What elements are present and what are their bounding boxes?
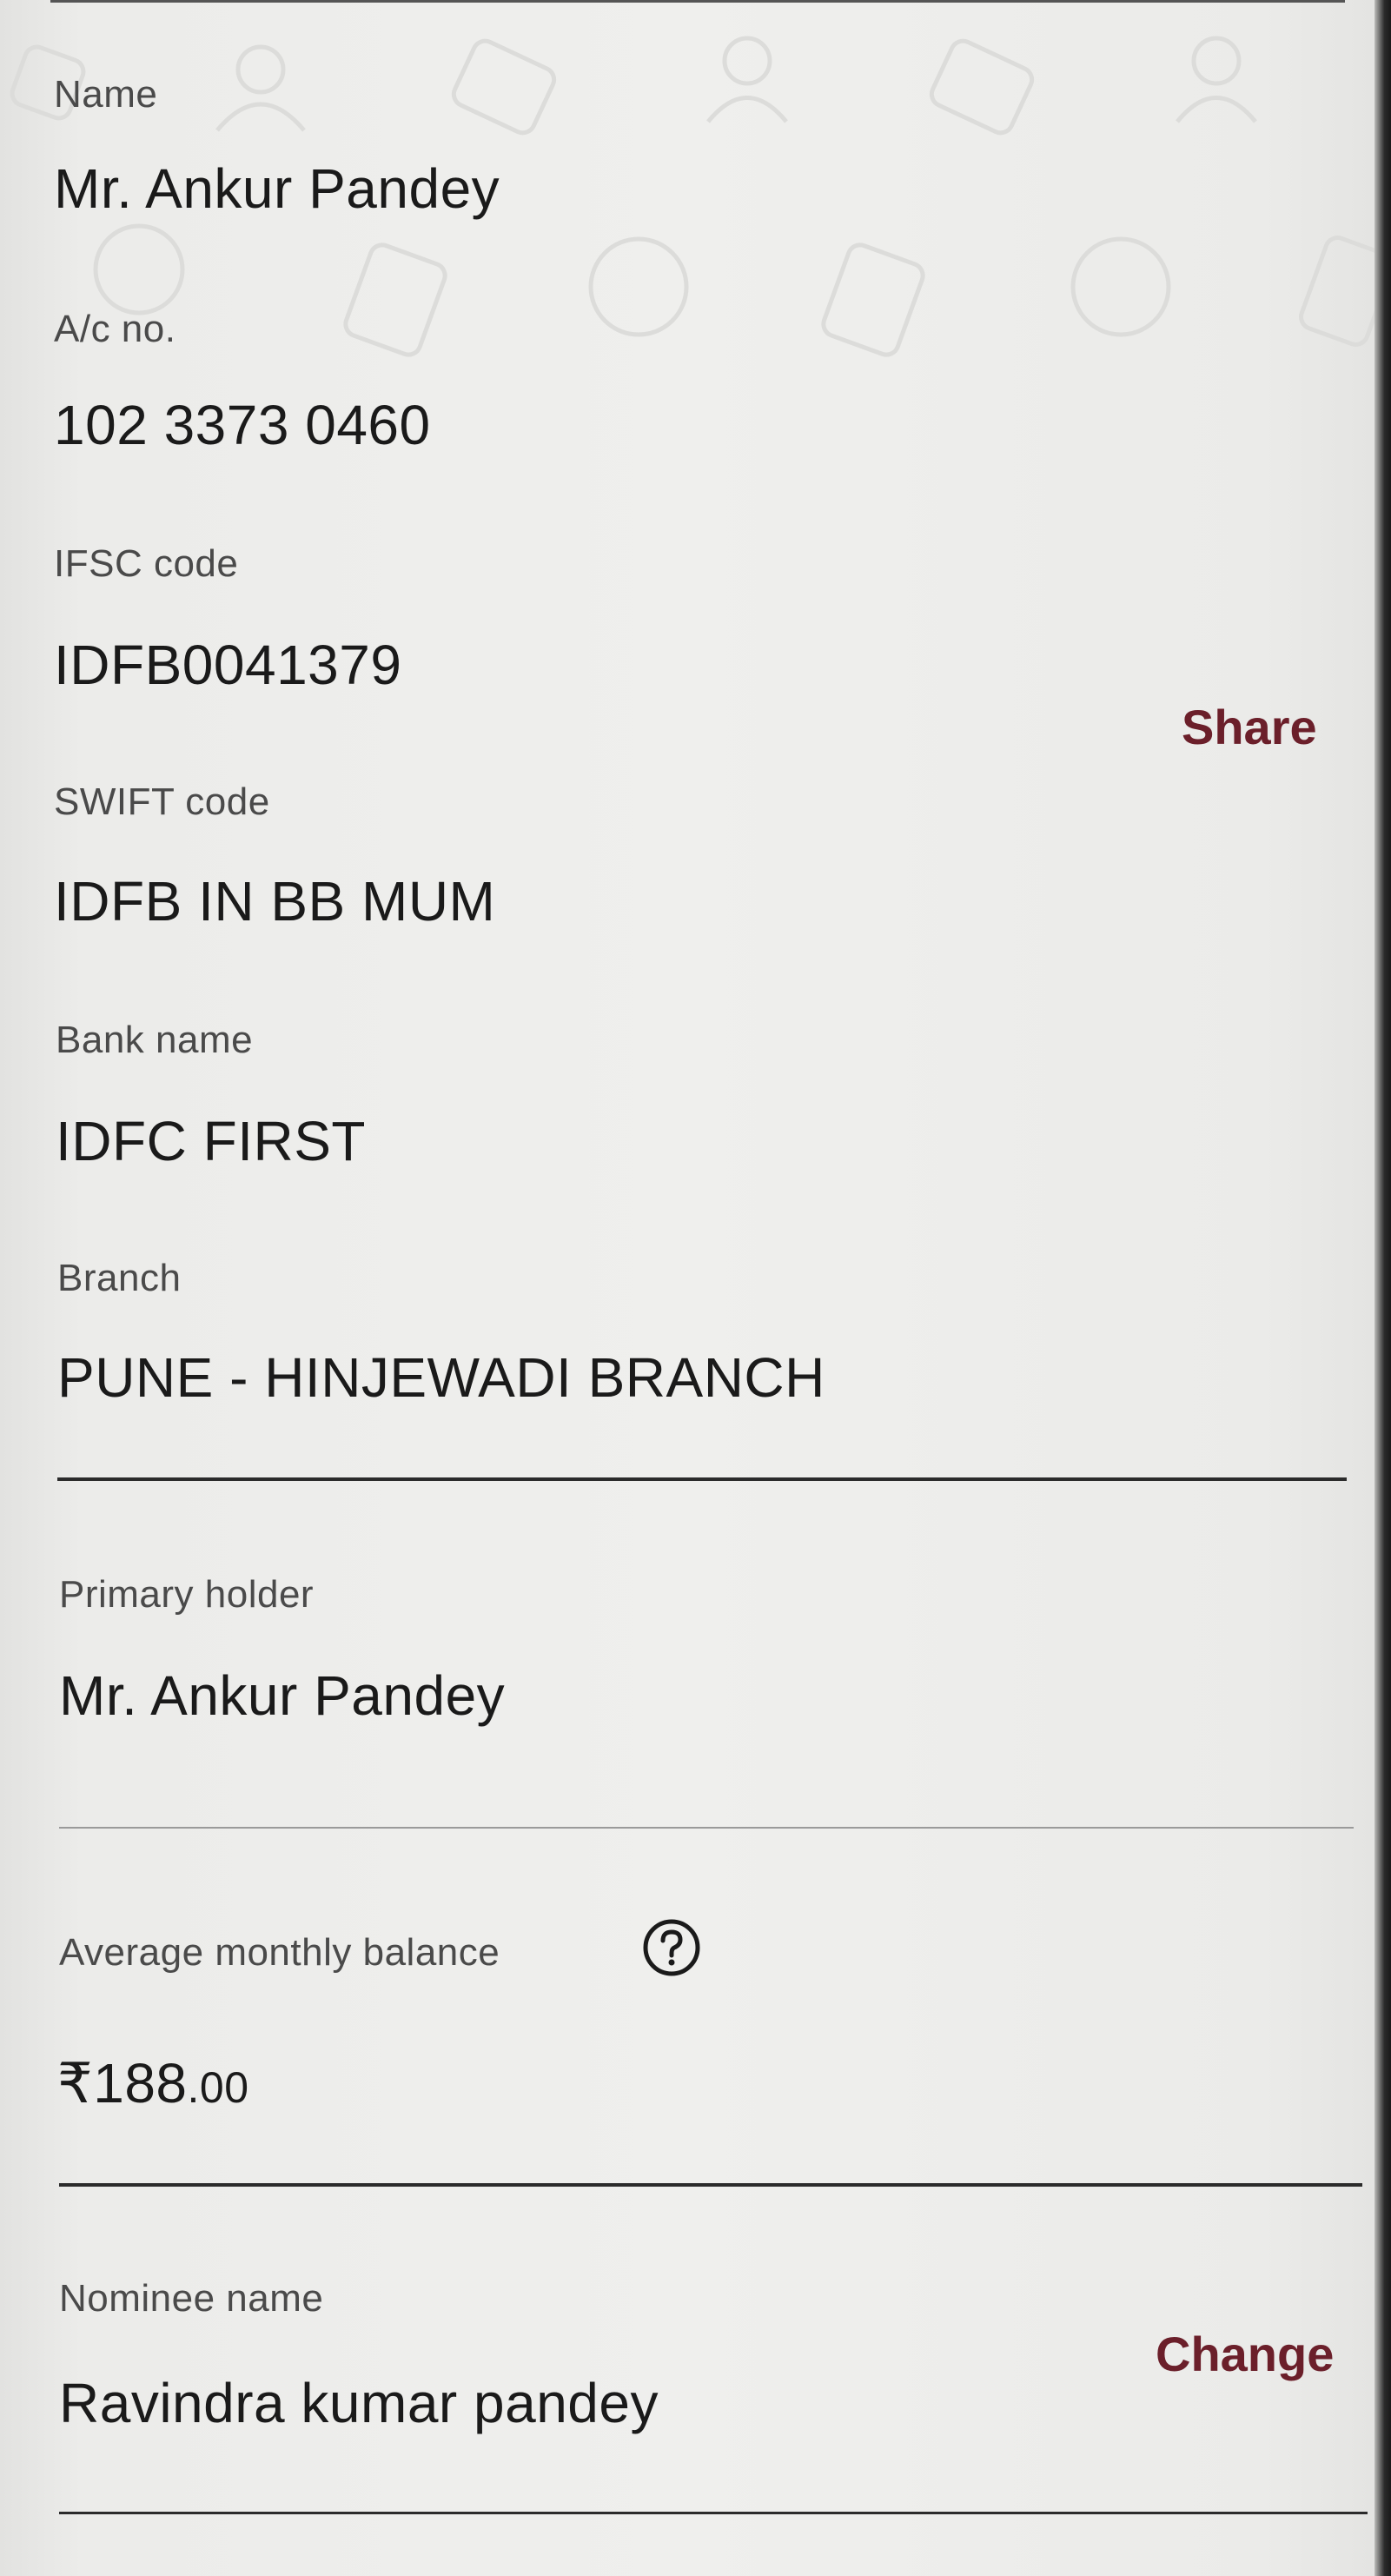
account-number-value: 102 3373 0460 — [54, 394, 431, 456]
bank-name-label: Bank name — [56, 1019, 254, 1061]
device-edge — [1374, 0, 1391, 2576]
branch-value: PUNE - HINJEWADI BRANCH — [57, 1346, 825, 1409]
balance-amount-paise: .00 — [187, 2063, 249, 2112]
balance-divider — [59, 2183, 1362, 2187]
change-nominee-button[interactable]: Change — [1156, 2326, 1334, 2382]
balance-amount-main: ₹188 — [57, 2052, 188, 2115]
average-balance-label: Average monthly balance — [59, 1931, 500, 1974]
question-circle-icon[interactable] — [642, 1918, 701, 1977]
account-details-screen: Name Mr. Ankur Pandey A/c no. 102 3373 0… — [0, 0, 1374, 2576]
share-button[interactable]: Share — [1182, 699, 1317, 755]
section-divider — [57, 1477, 1347, 1481]
branch-label: Branch — [57, 1257, 182, 1299]
ifsc-value: IDFB0041379 — [54, 634, 402, 696]
nominee-divider — [59, 2512, 1368, 2514]
swift-value: IDFB IN BB MUM — [54, 870, 496, 933]
primary-holder-value: Mr. Ankur Pandey — [59, 1664, 506, 1727]
nominee-value: Ravindra kumar pandey — [59, 2372, 659, 2434]
primary-holder-label: Primary holder — [59, 1573, 315, 1616]
nominee-label: Nominee name — [59, 2277, 324, 2320]
ifsc-label: IFSC code — [54, 542, 239, 585]
average-balance-amount: ₹188.00 — [57, 2051, 249, 2116]
bank-name-value: IDFC FIRST — [56, 1110, 366, 1172]
swift-label: SWIFT code — [54, 780, 270, 823]
account-number-label: A/c no. — [54, 308, 176, 350]
holder-divider — [59, 1827, 1354, 1829]
name-value: Mr. Ankur Pandey — [54, 157, 500, 220]
name-label: Name — [54, 73, 158, 116]
